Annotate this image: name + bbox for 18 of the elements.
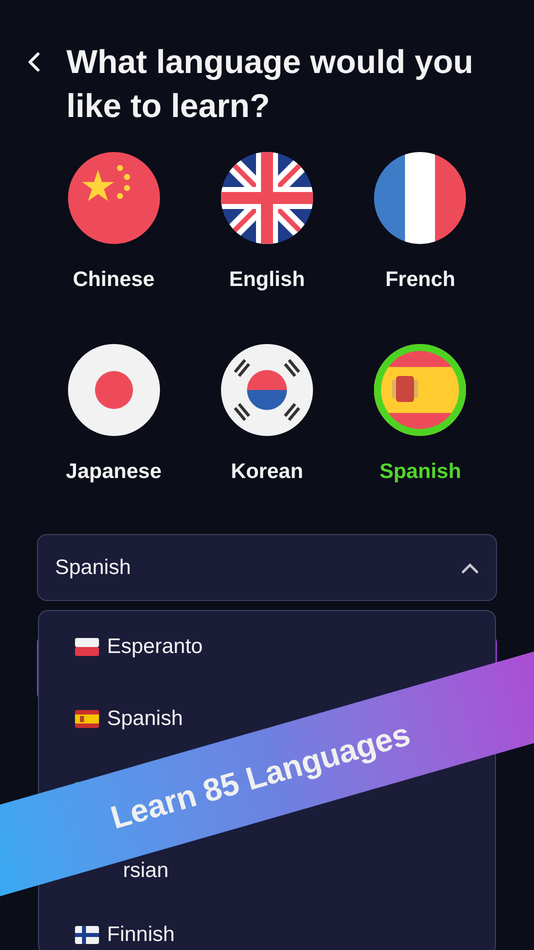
menu-item[interactable]: Spanish	[107, 703, 183, 735]
menu-item[interactable]: rsian	[123, 855, 169, 887]
menu-item[interactable]: Finnish	[107, 919, 175, 950]
flag-icon	[374, 152, 466, 244]
language-option[interactable]: Korean	[190, 344, 344, 487]
language-option[interactable]: Spanish	[344, 344, 497, 487]
menu-item[interactable]: Esperanto	[107, 631, 203, 663]
chevron-icon	[461, 562, 479, 574]
flag-icon	[75, 638, 99, 656]
language-dropdown[interactable]: Spanish	[37, 534, 497, 601]
flag-icon	[75, 710, 99, 728]
flag-icon	[75, 926, 99, 944]
language-option[interactable]: English	[190, 152, 344, 296]
page-title: What language would you like to learn?	[66, 42, 474, 126]
language-option[interactable]: Chinese	[37, 152, 190, 296]
language-option[interactable]: French	[344, 152, 497, 296]
back-icon	[27, 51, 42, 73]
language-option[interactable]: Japanese	[37, 344, 190, 487]
